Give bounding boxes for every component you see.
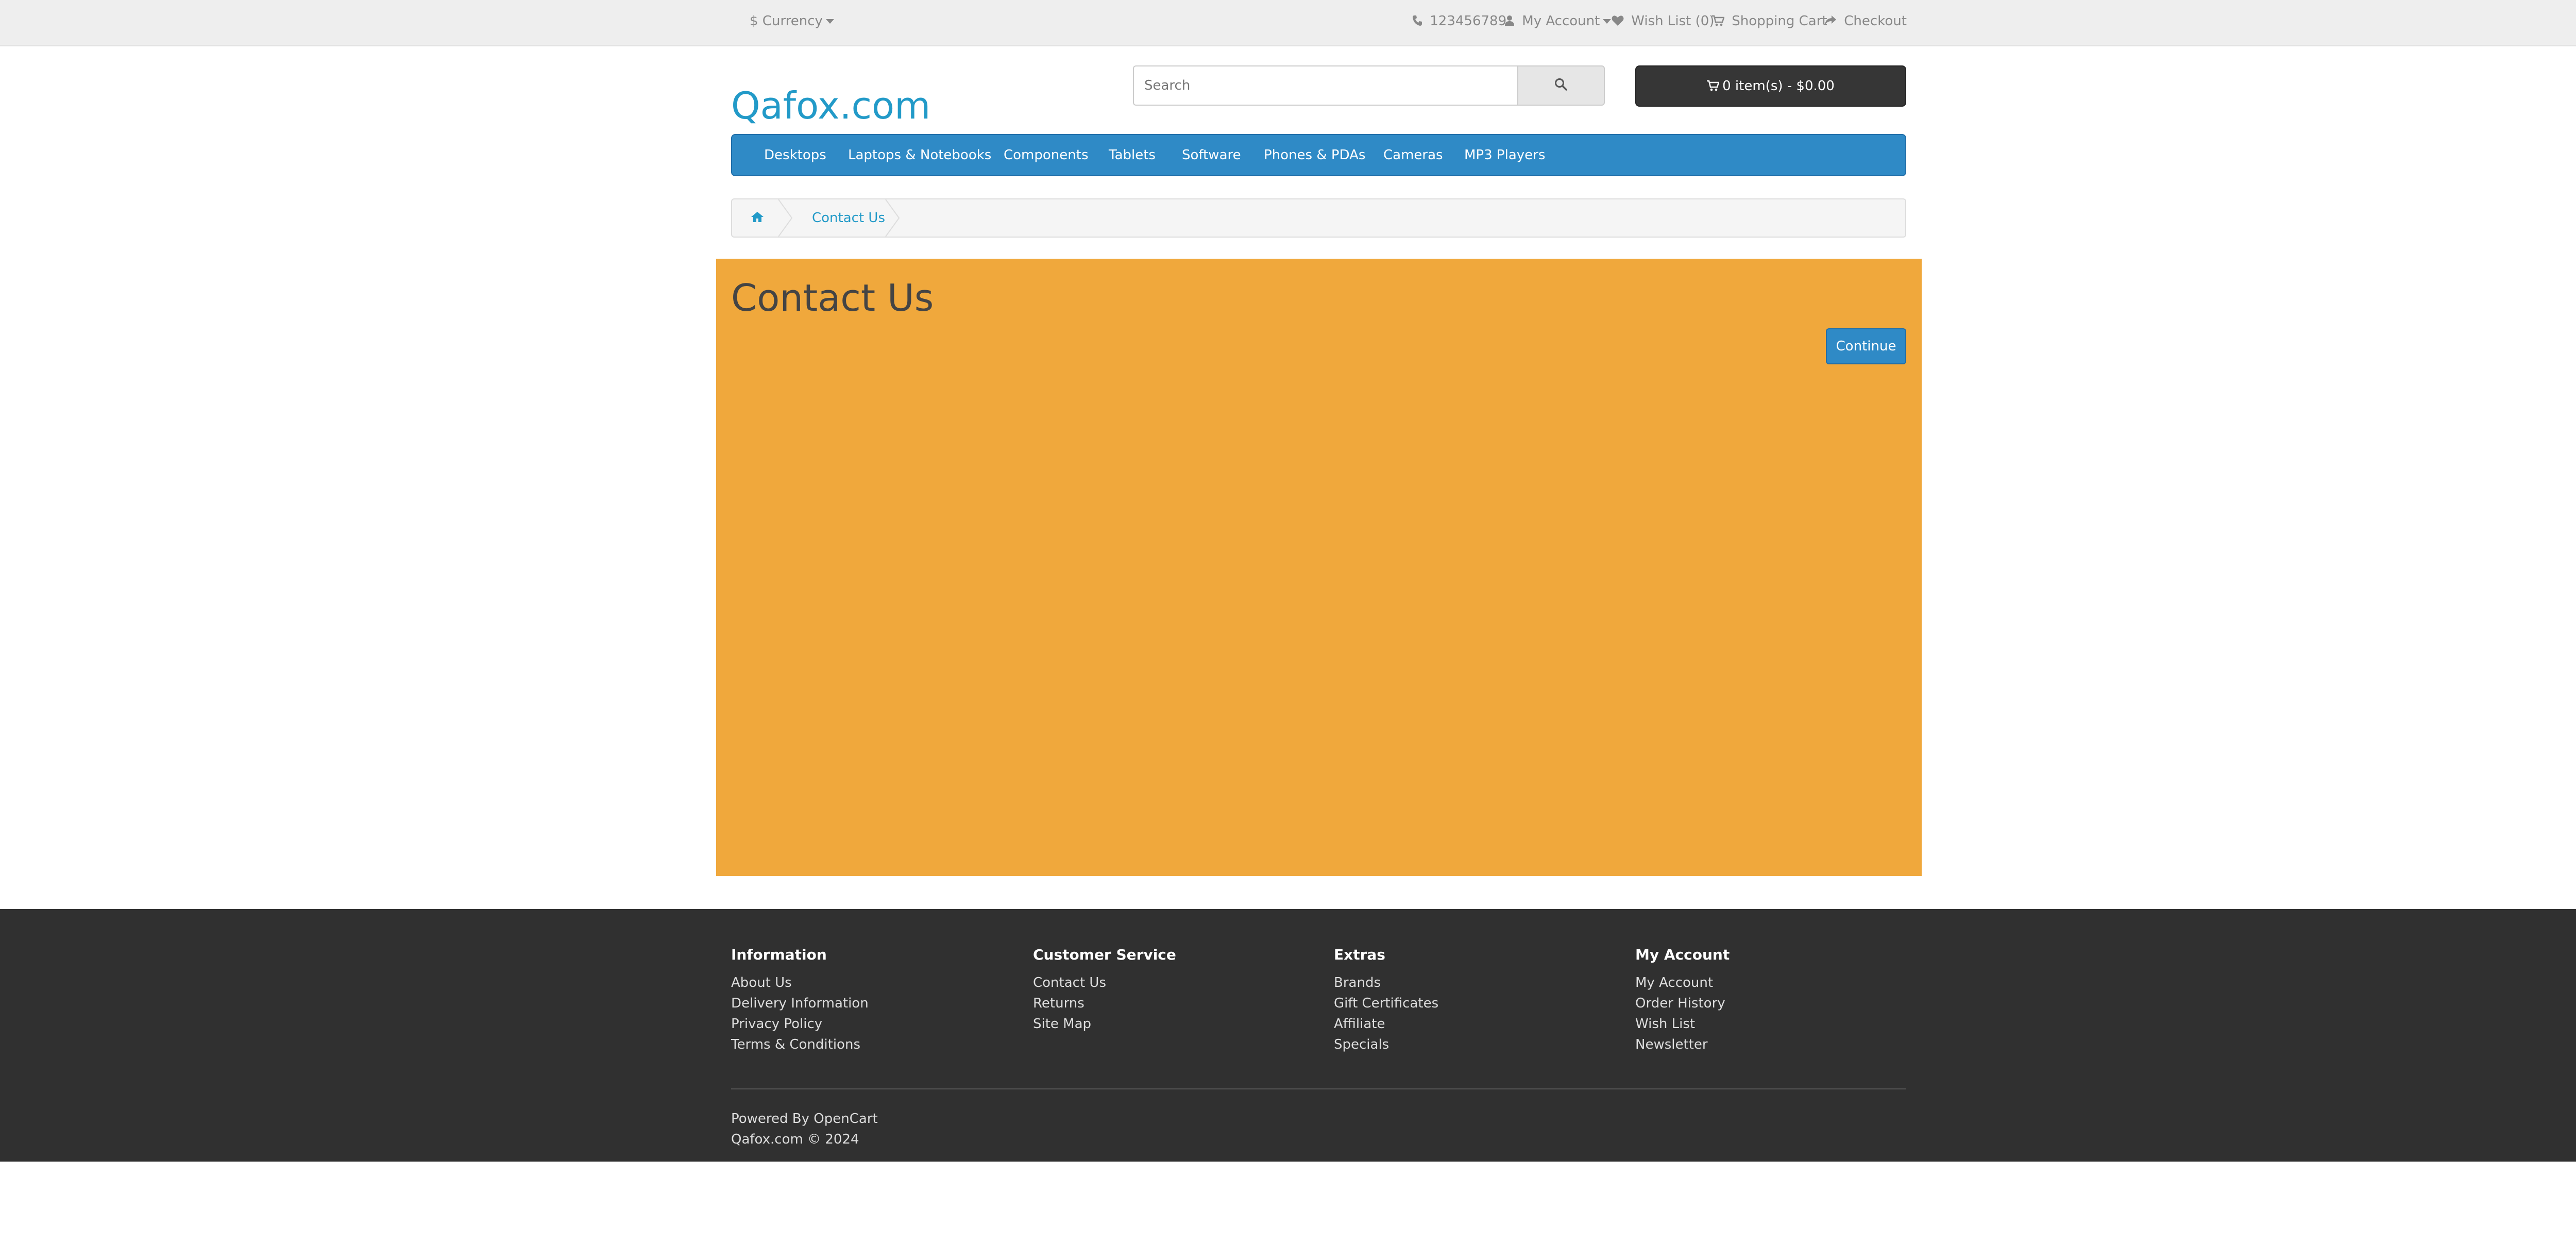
footer-link-my-account[interactable]: My Account bbox=[1635, 975, 1713, 990]
footer-link-returns[interactable]: Returns bbox=[1033, 996, 1084, 1011]
breadcrumb-home[interactable] bbox=[751, 199, 764, 237]
footer-link-order-history[interactable]: Order History bbox=[1635, 996, 1725, 1011]
user-icon bbox=[1504, 13, 1519, 29]
footer-link-delivery-information[interactable]: Delivery Information bbox=[731, 996, 869, 1011]
wish-list-label: Wish List (0) bbox=[1631, 13, 1715, 29]
footer-link-contact-us[interactable]: Contact Us bbox=[1033, 975, 1106, 990]
wish-list-link[interactable]: Wish List (0) bbox=[1612, 0, 1714, 42]
phone-number: 123456789 bbox=[1430, 13, 1507, 29]
footer-link-terms-conditions[interactable]: Terms & Conditions bbox=[731, 1037, 860, 1052]
chevron-down-icon bbox=[1603, 19, 1612, 24]
shopping-cart-link[interactable]: Shopping Cart bbox=[1712, 0, 1827, 42]
menu-item-phones-pdas[interactable]: Phones & PDAs bbox=[1264, 135, 1365, 175]
site-logo[interactable]: Qafox.com bbox=[731, 82, 930, 129]
menu-item-desktops[interactable]: Desktops bbox=[764, 135, 826, 175]
heart-icon bbox=[1612, 13, 1628, 29]
home-icon bbox=[751, 211, 764, 225]
chevron-down-icon bbox=[825, 19, 834, 24]
phone-icon bbox=[1412, 13, 1427, 29]
footer-link-specials[interactable]: Specials bbox=[1334, 1037, 1389, 1052]
cart-icon bbox=[1707, 78, 1720, 94]
footer-link-about-us[interactable]: About Us bbox=[731, 975, 792, 990]
currency-label: $ Currency bbox=[750, 13, 823, 29]
shopping-cart-label: Shopping Cart bbox=[1732, 13, 1827, 29]
footer-divider bbox=[731, 1088, 1906, 1089]
footer-link-affiliate[interactable]: Affiliate bbox=[1334, 1016, 1385, 1032]
breadcrumb-separator bbox=[778, 199, 793, 237]
footer-powered-by: Powered By OpenCart bbox=[731, 1111, 878, 1127]
footer-heading-my-account: My Account bbox=[1635, 946, 1730, 963]
breadcrumb: Contact Us bbox=[731, 198, 1906, 238]
footer-heading-information: Information bbox=[731, 946, 827, 963]
footer-link-privacy-policy[interactable]: Privacy Policy bbox=[731, 1016, 822, 1032]
continue-button[interactable]: Continue bbox=[1826, 328, 1906, 364]
menu-item-components[interactable]: Components bbox=[1004, 135, 1089, 175]
phone-link[interactable]: 123456789 bbox=[1412, 0, 1506, 42]
top-bar: $ Currency 123456789 My Account Wish Lis… bbox=[0, 0, 2576, 46]
share-icon bbox=[1824, 13, 1841, 29]
cart-total: 0 item(s) - $0.00 bbox=[1722, 78, 1835, 94]
menu-item-cameras[interactable]: Cameras bbox=[1383, 135, 1443, 175]
opencart-link[interactable]: OpenCart bbox=[814, 1111, 877, 1127]
breadcrumb-separator bbox=[885, 199, 900, 237]
menu-item-mp3-players[interactable]: MP3 Players bbox=[1464, 135, 1545, 175]
main-menu: Desktops Laptops & Notebooks Components … bbox=[731, 134, 1906, 176]
footer-link-gift-certificates[interactable]: Gift Certificates bbox=[1334, 996, 1438, 1011]
checkout-label: Checkout bbox=[1844, 13, 1907, 29]
my-account-label: My Account bbox=[1522, 13, 1600, 29]
footer-heading-customer-service: Customer Service bbox=[1033, 946, 1176, 963]
page-title: Contact Us bbox=[731, 276, 934, 320]
my-account-dropdown[interactable]: My Account bbox=[1504, 0, 1612, 42]
breadcrumb-contact-us[interactable]: Contact Us bbox=[812, 199, 885, 237]
content-area bbox=[716, 259, 1922, 876]
footer-link-newsletter[interactable]: Newsletter bbox=[1635, 1037, 1708, 1052]
footer-link-wish-list[interactable]: Wish List bbox=[1635, 1016, 1695, 1032]
menu-item-tablets[interactable]: Tablets bbox=[1109, 135, 1156, 175]
menu-item-laptops-notebooks[interactable]: Laptops & Notebooks bbox=[848, 135, 991, 175]
cart-icon bbox=[1712, 13, 1728, 29]
search-input[interactable] bbox=[1134, 66, 1517, 105]
search-button[interactable] bbox=[1517, 65, 1605, 106]
checkout-link[interactable]: Checkout bbox=[1824, 0, 1907, 42]
search-icon bbox=[1554, 78, 1568, 93]
footer-copyright: Qafox.com © 2024 bbox=[731, 1132, 859, 1147]
currency-dropdown[interactable]: $ Currency bbox=[750, 0, 834, 42]
cart-button[interactable]: 0 item(s) - $0.00 bbox=[1635, 65, 1906, 107]
footer-link-site-map[interactable]: Site Map bbox=[1033, 1016, 1091, 1032]
powered-by-text: Powered By bbox=[731, 1111, 810, 1127]
search-field[interactable] bbox=[1133, 65, 1517, 106]
footer: Information About Us Delivery Informatio… bbox=[0, 909, 2576, 1162]
footer-heading-extras: Extras bbox=[1334, 946, 1385, 963]
footer-link-brands[interactable]: Brands bbox=[1334, 975, 1381, 990]
menu-item-software[interactable]: Software bbox=[1182, 135, 1241, 175]
